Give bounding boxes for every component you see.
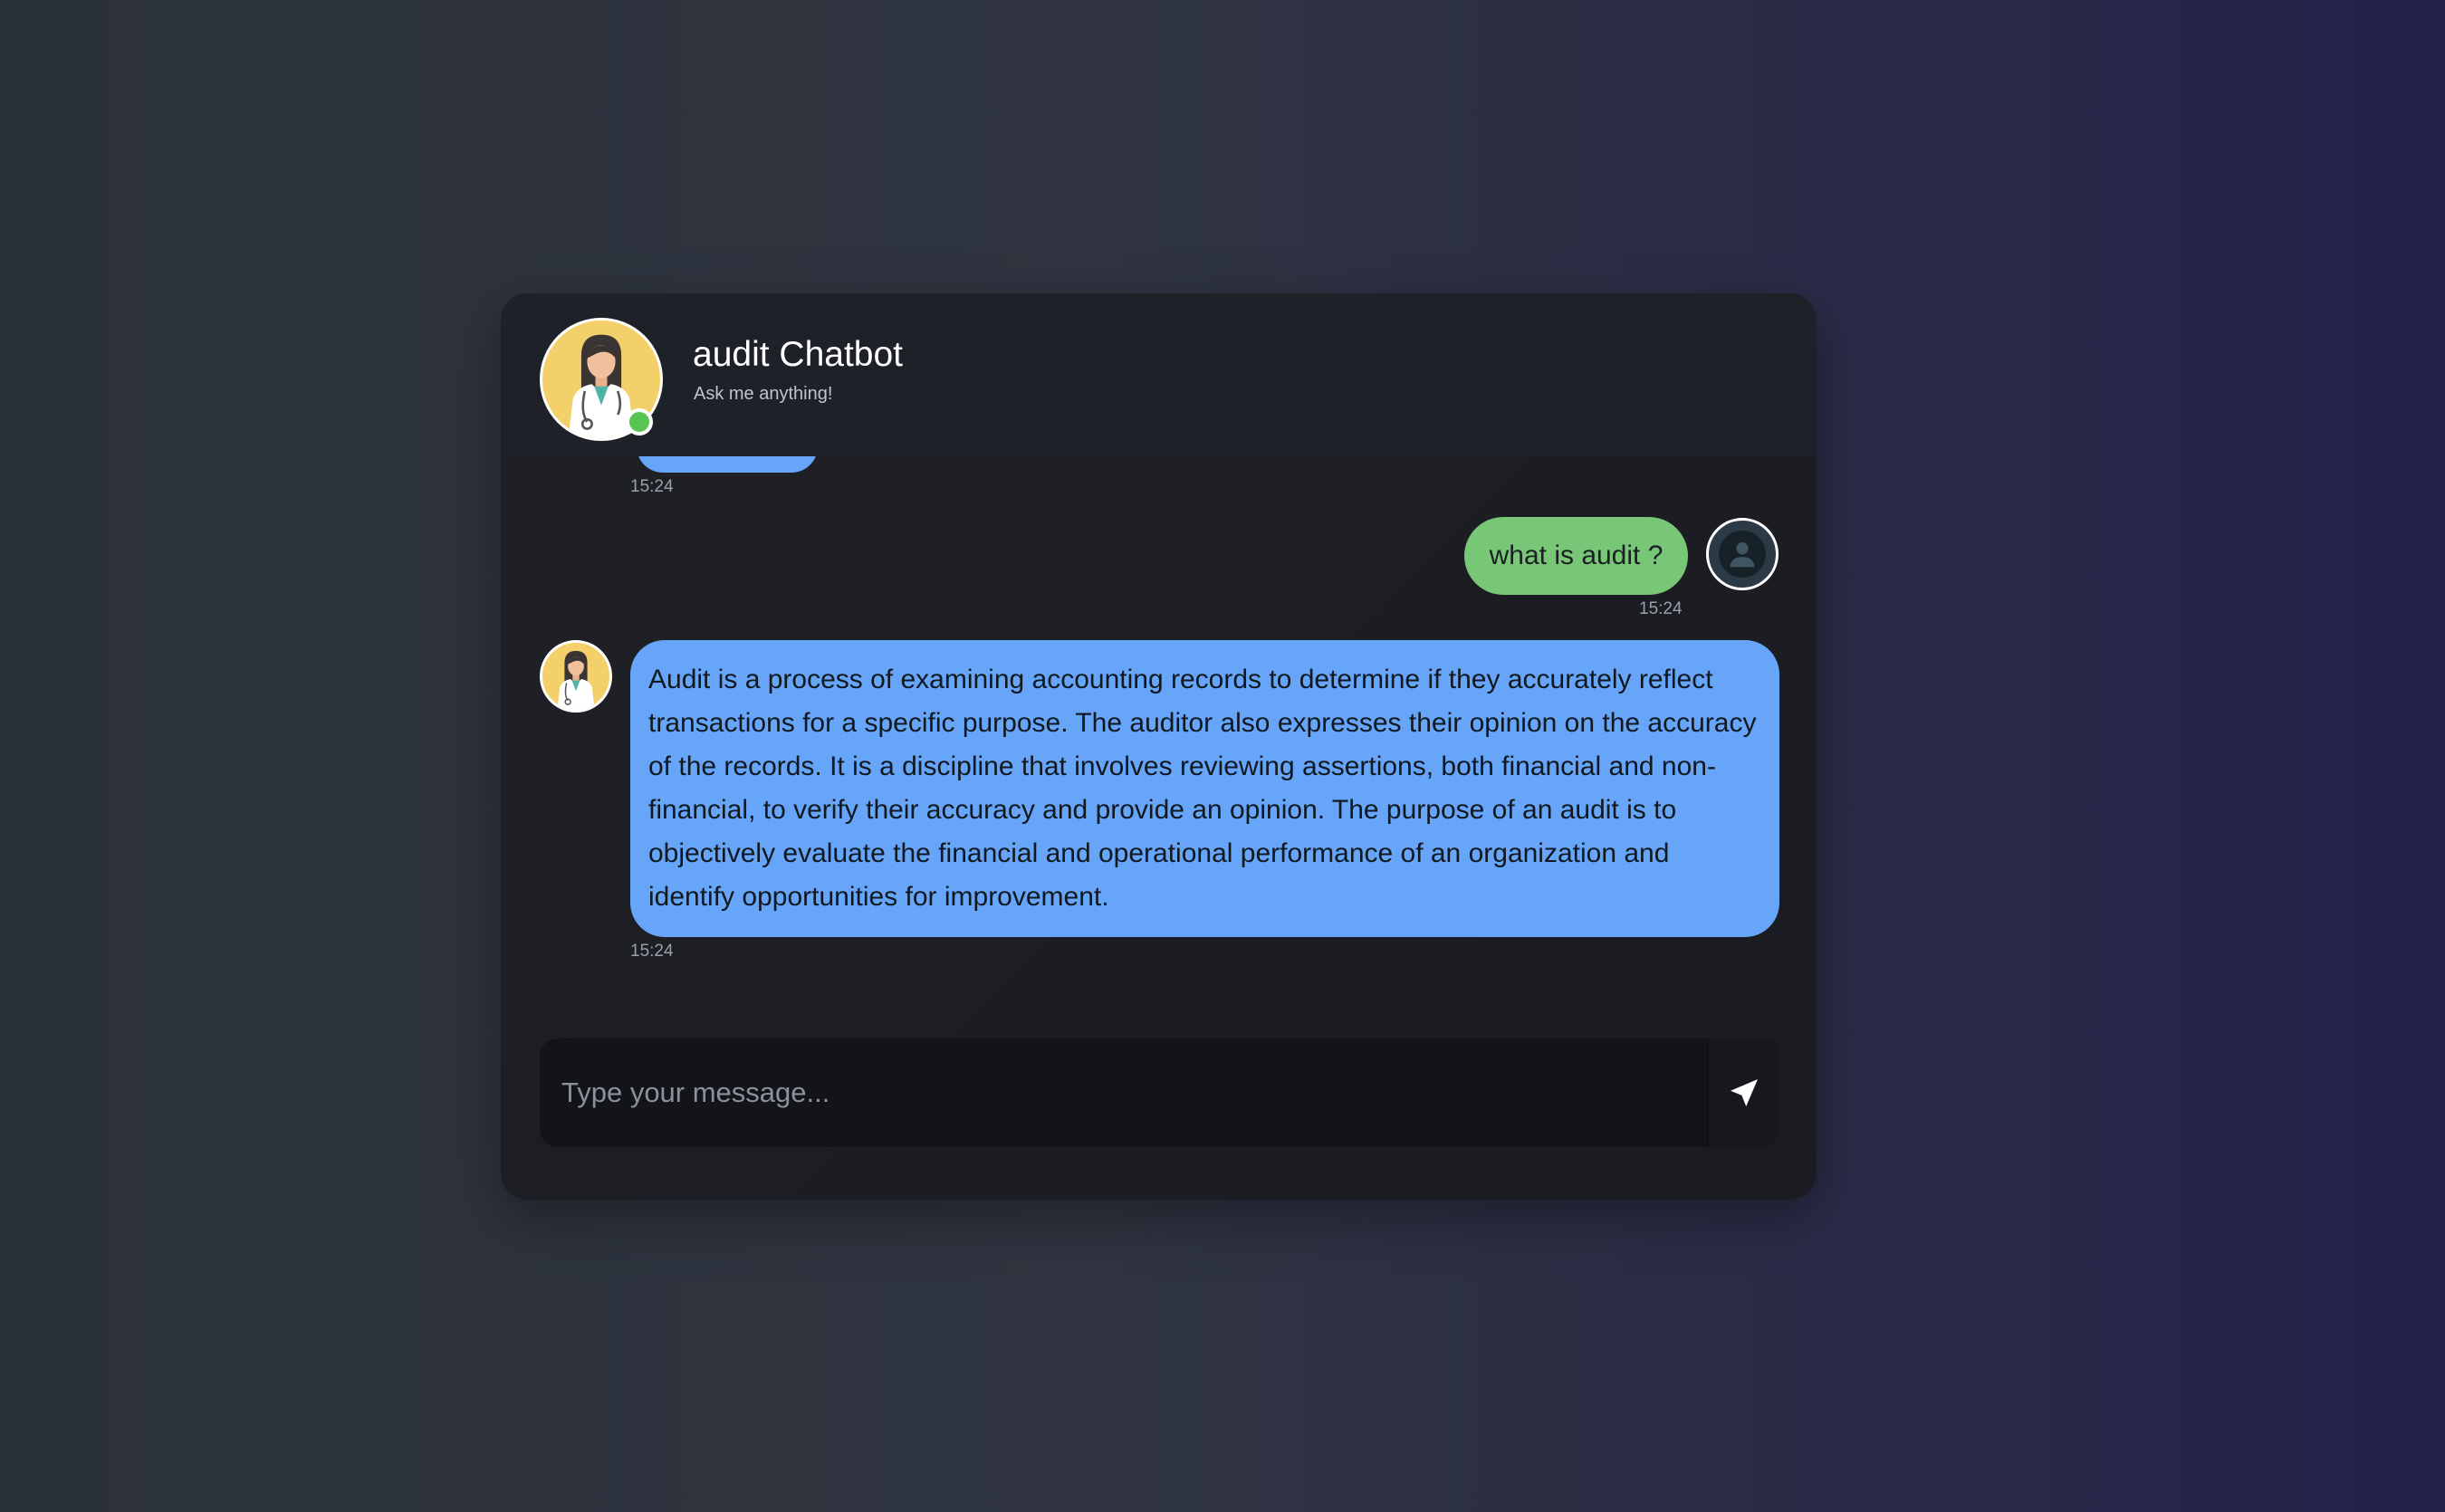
bot-avatar-small bbox=[540, 640, 612, 713]
chat-title: audit Chatbot bbox=[693, 335, 904, 374]
chat-header: audit Chatbot Ask me anything! bbox=[501, 293, 1817, 456]
send-arrow-icon bbox=[1731, 1079, 1758, 1106]
message-timestamp: 15:24 bbox=[1639, 599, 1683, 618]
message-timestamp: 15:24 bbox=[630, 942, 674, 961]
user-avatar bbox=[1706, 518, 1779, 590]
bot-message-bubble: Audit is a process of examining accounti… bbox=[630, 640, 1779, 937]
chat-subtitle: Ask me anything! bbox=[694, 384, 833, 404]
message-composer bbox=[540, 1038, 1779, 1147]
chat-window: audit Chatbot Ask me anything! 15:24 wha… bbox=[501, 293, 1817, 1200]
user-silhouette-icon bbox=[1730, 542, 1755, 568]
online-status-dot bbox=[626, 408, 653, 435]
message-timestamp: 15:24 bbox=[630, 477, 674, 496]
user-message-bubble: what is audit ? bbox=[1464, 517, 1688, 595]
send-button[interactable] bbox=[1707, 1038, 1779, 1147]
message-input[interactable] bbox=[540, 1038, 1707, 1147]
doctor-woman-avatar-icon bbox=[557, 650, 595, 710]
